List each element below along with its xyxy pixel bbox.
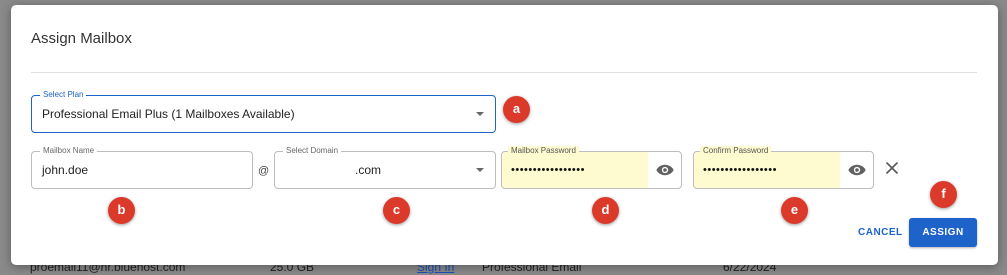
assign-button[interactable]: ASSIGN: [909, 218, 977, 247]
mailbox-name-value: john.doe: [42, 163, 89, 177]
marker-c: c: [383, 197, 410, 224]
domain-select-value: .com: [355, 163, 382, 177]
dialog-title: Assign Mailbox: [31, 30, 132, 47]
plan-select-label: Select Plan: [40, 90, 87, 100]
plan-select[interactable]: Select Plan Professional Email Plus (1 M…: [31, 90, 496, 133]
marker-a: a: [503, 96, 530, 123]
mailbox-name-input[interactable]: Mailbox Name john.doe: [31, 146, 253, 189]
dialog-divider: [31, 72, 977, 73]
marker-d: d: [592, 197, 619, 224]
domain-select[interactable]: Select Domain .com: [274, 146, 496, 189]
eye-icon[interactable]: [656, 164, 674, 176]
chevron-down-icon: [476, 112, 484, 116]
eye-icon[interactable]: [848, 164, 866, 176]
confirm-password-value: •••••••••••••••••: [703, 164, 777, 176]
confirm-password-label: Confirm Password: [700, 146, 772, 156]
at-symbol: @: [258, 165, 270, 177]
marker-f: f: [930, 181, 957, 208]
mailbox-password-value: •••••••••••••••••: [511, 164, 585, 176]
chevron-down-icon: [476, 168, 484, 172]
marker-e: e: [781, 197, 808, 224]
assign-mailbox-dialog: Assign Mailbox Select Plan Professional …: [11, 5, 998, 265]
mailbox-password-label: Mailbox Password: [508, 146, 579, 156]
plan-select-value: Professional Email Plus (1 Mailboxes Ava…: [42, 107, 295, 121]
mailbox-password-input[interactable]: Mailbox Password •••••••••••••••••: [501, 146, 682, 189]
domain-select-label: Select Domain: [283, 146, 342, 156]
cancel-button[interactable]: CANCEL: [858, 227, 903, 238]
confirm-password-input[interactable]: Confirm Password •••••••••••••••••: [693, 146, 874, 189]
mailbox-name-label: Mailbox Name: [40, 146, 98, 156]
close-icon[interactable]: [885, 161, 899, 175]
marker-b: b: [108, 197, 135, 224]
